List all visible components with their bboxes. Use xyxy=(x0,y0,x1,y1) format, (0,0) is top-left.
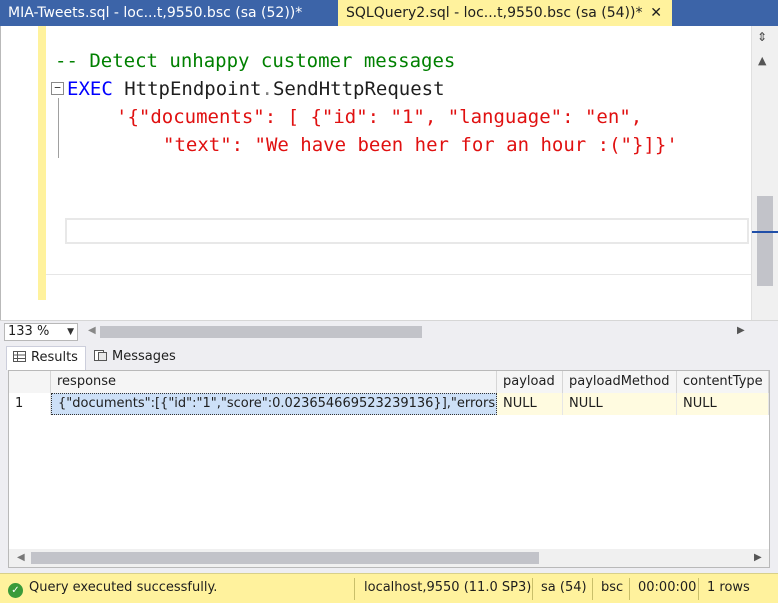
code-comment: -- Detect unhappy customer messages xyxy=(55,50,456,72)
query-editor[interactable]: − -- Detect unhappy customer messages EX… xyxy=(0,26,778,320)
status-row-count: 1 rows xyxy=(707,580,750,595)
row-header-corner[interactable] xyxy=(9,371,51,393)
results-grid[interactable]: response payload payloadMethod contentTy… xyxy=(8,370,770,568)
status-database: bsc xyxy=(601,580,624,595)
tab-messages-label: Messages xyxy=(112,349,176,364)
exec-keyword: EXEC xyxy=(67,78,113,100)
current-line-highlight xyxy=(65,218,749,244)
table-row[interactable]: 1 {"documents":[{"id":"1","score":0.0236… xyxy=(9,393,769,415)
tab-mia-tweets[interactable]: MIA-Tweets.sql - loc...t,9550.bsc (sa (5… xyxy=(0,0,338,26)
messages-icon xyxy=(94,350,107,361)
grid-header: response payload payloadMethod contentTy… xyxy=(9,371,769,393)
column-header-response[interactable]: response xyxy=(51,371,497,393)
grid-scroll-thumb[interactable] xyxy=(31,552,539,564)
scroll-right-icon[interactable]: ▶ xyxy=(754,552,762,563)
status-separator xyxy=(532,578,533,600)
grid-icon xyxy=(13,351,26,362)
scroll-right-icon[interactable]: ▶ xyxy=(737,325,745,336)
collapse-icon[interactable]: − xyxy=(51,82,64,95)
split-icon[interactable]: ⇕ xyxy=(757,30,767,44)
tab-results[interactable]: Results xyxy=(6,346,86,370)
grid-horizontal-scrollbar[interactable]: ◀ ▶ xyxy=(9,549,769,567)
status-elapsed-time: 00:00:00 xyxy=(638,580,697,595)
cell-response[interactable]: {"documents":[{"id":"1","score":0.023654… xyxy=(51,393,497,415)
row-number[interactable]: 1 xyxy=(9,393,51,415)
zoom-value: 133 % xyxy=(8,324,50,339)
column-header-payload[interactable]: payload xyxy=(497,371,563,393)
vertical-scrollbar[interactable]: ⇕ ▲ xyxy=(751,26,778,320)
cell-contenttype[interactable]: NULL xyxy=(677,393,769,415)
exec-dot: . xyxy=(261,78,273,100)
status-separator xyxy=(698,578,699,600)
editor-end-line xyxy=(46,274,751,275)
tab-results-label: Results xyxy=(31,350,78,365)
tab-sqlquery2[interactable]: SQLQuery2.sql - loc...t,9550.bsc (sa (54… xyxy=(338,0,672,26)
exec-method: SendHttpRequest xyxy=(272,78,445,100)
tabbar-fill xyxy=(672,0,778,26)
scroll-left-icon[interactable]: ◀ xyxy=(88,325,96,336)
tab-label: SQLQuery2.sql - loc...t,9550.bsc (sa (54… xyxy=(346,5,643,21)
cell-payload[interactable]: NULL xyxy=(497,393,563,415)
status-message: ✓ Query executed successfully. xyxy=(8,574,217,603)
success-check-icon: ✓ xyxy=(8,583,23,598)
status-separator xyxy=(629,578,630,600)
status-separator xyxy=(354,578,355,600)
editor-zoom-bar: 133 % ▼ ◀ ▶ xyxy=(0,320,778,342)
fold-line xyxy=(58,98,59,158)
column-header-contenttype[interactable]: contentType xyxy=(677,371,769,393)
close-icon[interactable]: ✕ xyxy=(650,0,662,26)
cell-payloadmethod[interactable]: NULL xyxy=(563,393,677,415)
results-tab-strip: Results Messages xyxy=(0,342,778,370)
status-bar: ✓ Query executed successfully. localhost,… xyxy=(0,573,778,603)
status-separator xyxy=(592,578,593,600)
status-message-text: Query executed successfully. xyxy=(29,580,218,595)
column-header-payloadmethod[interactable]: payloadMethod xyxy=(563,371,677,393)
status-user: sa (54) xyxy=(541,580,587,595)
chevron-down-icon[interactable]: ▼ xyxy=(67,324,74,340)
tab-label: MIA-Tweets.sql - loc...t,9550.bsc (sa (5… xyxy=(8,5,303,21)
code-exec-line: EXEC HttpEndpoint.SendHttpRequest xyxy=(67,75,445,103)
code-string-line-2: "text": "We have been her for an hour :(… xyxy=(163,134,678,156)
scroll-up-icon[interactable]: ▲ xyxy=(758,54,766,67)
horizontal-scroll-thumb[interactable] xyxy=(100,326,422,338)
zoom-select[interactable]: 133 % ▼ xyxy=(4,323,78,341)
tab-messages[interactable]: Messages xyxy=(88,346,184,370)
exec-object: HttpEndpoint xyxy=(112,78,262,100)
vertical-scroll-thumb[interactable] xyxy=(757,196,773,286)
scroll-left-icon[interactable]: ◀ xyxy=(17,552,25,563)
code-string-line-1: '{"documents": [ {"id": "1", "language":… xyxy=(116,106,643,128)
caret-position-marker xyxy=(752,231,778,233)
change-tracking-margin xyxy=(38,26,46,300)
document-tab-bar: MIA-Tweets.sql - loc...t,9550.bsc (sa (5… xyxy=(0,0,778,26)
status-server: localhost,9550 (11.0 SP3) xyxy=(364,580,532,595)
